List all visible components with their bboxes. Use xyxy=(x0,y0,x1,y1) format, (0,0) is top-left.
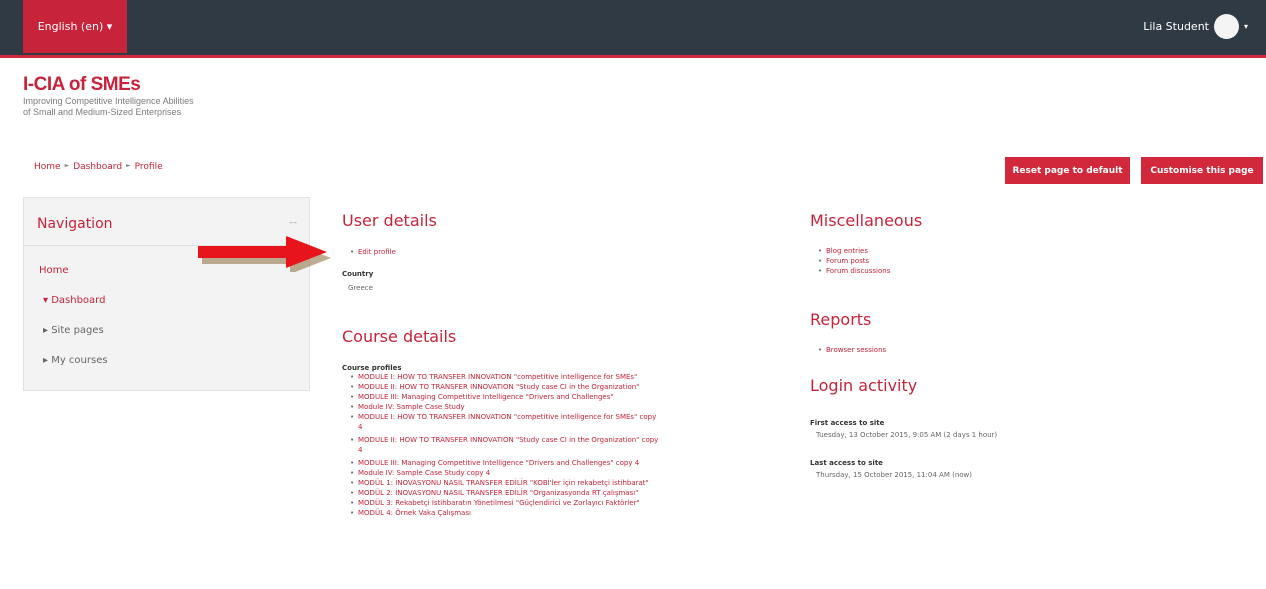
nav-item-site-pages[interactable]: ▸ Site pages xyxy=(39,326,108,356)
course-link[interactable]: MODÜL 4: Örnek Vaka Çalışması xyxy=(350,508,818,518)
copy-suffix[interactable]: 4 xyxy=(358,446,362,454)
logo-title: I-CIA of SMEs xyxy=(23,74,141,95)
first-access-value: Tuesday, 13 October 2015, 9:05 AM (2 day… xyxy=(816,431,998,439)
nav-item-dashboard[interactable]: ▾ Dashboard xyxy=(39,296,108,326)
browser-sessions-link[interactable]: Browser sessions xyxy=(818,345,886,355)
forum-discussions-link[interactable]: Forum discussions xyxy=(818,266,890,276)
block-controls-icon[interactable]: –– xyxy=(289,218,297,227)
course-details-heading: Course details xyxy=(342,327,457,346)
nav-item-home[interactable]: Home xyxy=(39,266,108,296)
user-details-heading: User details xyxy=(342,211,437,230)
course-link[interactable]: Module IV: Sample Case Study xyxy=(350,402,818,412)
breadcrumb: Home ► Dashboard ► Profile xyxy=(34,162,163,172)
course-link[interactable]: MODULE I: HOW TO TRANSFER INNOVATION "co… xyxy=(350,412,818,432)
country-label: Country xyxy=(342,270,374,278)
course-link[interactable]: Module IV: Sample Case Study copy 4 xyxy=(350,468,818,478)
course-link[interactable]: MODULE I: HOW TO TRANSFER INNOVATION "co… xyxy=(350,372,818,382)
breadcrumb-profile[interactable]: Profile xyxy=(135,162,163,172)
site-logo[interactable]: I-CIA of SMEs Improving Competitive Inte… xyxy=(23,74,194,118)
nav-item-my-courses[interactable]: ▸ My courses xyxy=(39,356,108,386)
avatar[interactable] xyxy=(1213,14,1239,39)
miscellaneous-list: Blog entries Forum posts Forum discussio… xyxy=(810,246,890,276)
login-activity-heading: Login activity xyxy=(810,376,918,395)
breadcrumb-dashboard[interactable]: Dashboard xyxy=(73,162,122,172)
reports-heading: Reports xyxy=(810,310,872,329)
reports-list: Browser sessions xyxy=(810,345,886,355)
red-arrow-icon xyxy=(198,236,331,272)
country-value: Greece xyxy=(348,284,373,292)
course-link[interactable]: MODULE III: Managing Competitive Intelli… xyxy=(350,458,818,468)
top-navbar: English (en) ▾ Lila Student ▾ xyxy=(0,0,1266,58)
last-access-label: Last access to site xyxy=(810,459,883,467)
course-link[interactable]: MODULE II: HOW TO TRANSFER INNOVATION "S… xyxy=(350,382,818,392)
chevron-down-icon[interactable]: ▾ xyxy=(1244,22,1248,31)
copy-suffix[interactable]: 4 xyxy=(358,423,362,431)
navigation-block: Navigation –– Home ▾ Dashboard ▸ Site pa… xyxy=(23,197,310,391)
reset-page-button[interactable]: Reset page to default xyxy=(1005,157,1130,184)
language-menu[interactable]: English (en) ▾ xyxy=(23,0,127,53)
course-link[interactable]: MODÜL 3: Rekabetçi İstihbaratın Yönetilm… xyxy=(350,498,818,508)
user-name[interactable]: Lila Student xyxy=(1143,20,1209,33)
breadcrumb-separator-icon: ► xyxy=(126,162,131,169)
logo-subtitle-line2: of Small and Medium-Sized Enterprises xyxy=(23,107,182,117)
course-profiles-label: Course profiles xyxy=(342,364,402,372)
customise-page-button[interactable]: Customise this page xyxy=(1141,157,1263,184)
navigation-list: Home ▾ Dashboard ▸ Site pages ▸ My cours… xyxy=(39,266,108,386)
logo-subtitle-line1: Improving Competitive Intelligence Abili… xyxy=(23,96,194,106)
course-link[interactable]: MODULE II: HOW TO TRANSFER INNOVATION "S… xyxy=(350,435,818,455)
breadcrumb-separator-icon: ► xyxy=(64,162,70,169)
course-profiles-list: MODULE I: HOW TO TRANSFER INNOVATION "co… xyxy=(342,372,818,518)
forum-posts-link[interactable]: Forum posts xyxy=(818,256,890,266)
blog-entries-link[interactable]: Blog entries xyxy=(818,246,890,256)
user-details-list: Edit profile xyxy=(342,247,396,257)
course-link[interactable]: MODULE III: Managing Competitive Intelli… xyxy=(350,392,818,402)
course-link[interactable]: MODÜL 1: İNOVASYONU NASIL TRANSFER EDİLİ… xyxy=(350,478,818,488)
edit-profile-link[interactable]: Edit profile xyxy=(350,247,396,257)
last-access-value: Thursday, 15 October 2015, 11:04 AM (now… xyxy=(816,471,972,479)
first-access-label: First access to site xyxy=(810,419,885,427)
navigation-title: Navigation xyxy=(37,216,113,232)
miscellaneous-heading: Miscellaneous xyxy=(810,211,923,230)
breadcrumb-home[interactable]: Home xyxy=(34,162,61,172)
course-link-text[interactable]: MODULE II: HOW TO TRANSFER INNOVATION "S… xyxy=(358,436,658,444)
course-link-text[interactable]: MODULE I: HOW TO TRANSFER INNOVATION "co… xyxy=(358,413,656,421)
course-link[interactable]: MODÜL 2: İNOVASYONU NASIL TRANSFER EDİLİ… xyxy=(350,488,818,498)
user-menu[interactable]: Lila Student ▾ xyxy=(1143,14,1248,39)
